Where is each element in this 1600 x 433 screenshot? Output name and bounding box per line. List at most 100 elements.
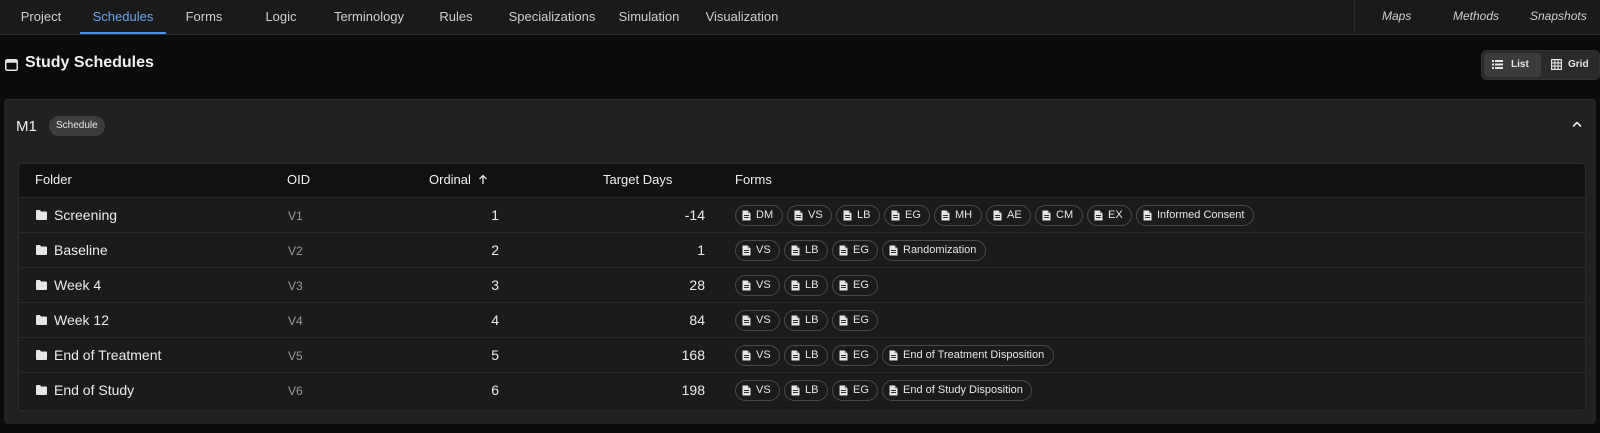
form-chip-label: Randomization: [903, 244, 977, 256]
grid-view-button[interactable]: Grid: [1543, 53, 1597, 77]
folder-oid: V2: [288, 244, 303, 258]
form-chip-label: LB: [805, 279, 819, 291]
tab-visualization[interactable]: Visualization: [700, 0, 784, 34]
tab-schedules[interactable]: Schedules: [80, 0, 166, 34]
tab-project[interactable]: Project: [8, 0, 74, 34]
form-chip[interactable]: EG: [884, 205, 930, 226]
folder-icon: [36, 245, 47, 255]
folder-name: Week 4: [54, 277, 102, 293]
folder-name: End of Treatment: [54, 347, 162, 363]
form-chip[interactable]: VS: [735, 310, 780, 331]
form-chip[interactable]: End of Study Disposition: [882, 380, 1032, 401]
form-chip[interactable]: End of Treatment Disposition: [882, 345, 1054, 366]
form-chip-label: VS: [756, 349, 771, 361]
table-row[interactable]: Screening V1 1 -14 DM VS LB EG MH AE CM EX Informed …: [19, 197, 1585, 232]
list-icon: [1492, 60, 1503, 69]
document-icon: [791, 385, 800, 396]
document-icon: [839, 280, 848, 291]
form-chip[interactable]: DM: [735, 205, 783, 226]
form-chip[interactable]: Informed Consent: [1136, 205, 1254, 226]
schedule-table: Folder OID Ordinal Target Days Forms Scr…: [18, 163, 1586, 411]
form-chip-label: DM: [756, 209, 774, 221]
list-view-button[interactable]: List: [1484, 53, 1541, 77]
tab-logic[interactable]: Logic: [253, 0, 309, 34]
document-icon: [791, 315, 800, 326]
table-row[interactable]: End of Study V6 6 198 VS LB EG End of Study Dis…: [19, 372, 1585, 407]
form-chip[interactable]: LB: [784, 345, 828, 366]
column-header-target-days[interactable]: Target Days: [603, 172, 672, 187]
document-icon: [839, 315, 848, 326]
column-header-ordinal-label: Ordinal: [429, 172, 471, 187]
form-chip[interactable]: EG: [832, 345, 878, 366]
form-chip-label: VS: [808, 209, 823, 221]
form-chip-label: AE: [1007, 209, 1022, 221]
table-row[interactable]: Baseline V2 2 1 VS LB EG Randomization: [19, 232, 1585, 267]
folder-target-days: 28: [689, 277, 705, 293]
chevron-up-icon[interactable]: [1568, 115, 1586, 133]
form-chip-label: EG: [853, 349, 869, 361]
tab-simulation[interactable]: Simulation: [613, 0, 685, 34]
form-chip[interactable]: LB: [784, 240, 828, 261]
schedule-name: M1: [16, 118, 37, 135]
table-row[interactable]: Week 4 V3 3 28 VS LB EG: [19, 267, 1585, 302]
form-chip[interactable]: LB: [784, 380, 828, 401]
column-header-ordinal[interactable]: Ordinal: [429, 172, 488, 187]
folder-ordinal: 3: [491, 277, 499, 293]
tab-snapshots[interactable]: Snapshots: [1530, 0, 1587, 34]
form-chip-label: LB: [805, 384, 819, 396]
tab-maps[interactable]: Maps: [1382, 0, 1411, 34]
form-chip-label: EX: [1108, 209, 1123, 221]
form-chip[interactable]: EG: [832, 275, 878, 296]
list-view-label: List: [1511, 59, 1529, 70]
form-chip[interactable]: LB: [836, 205, 880, 226]
form-chip[interactable]: CM: [1035, 205, 1083, 226]
document-icon: [742, 280, 751, 291]
form-chip[interactable]: MH: [934, 205, 982, 226]
form-chip[interactable]: EG: [832, 240, 878, 261]
column-header-oid[interactable]: OID: [287, 172, 310, 187]
tab-rules[interactable]: Rules: [431, 0, 481, 34]
form-chip[interactable]: EG: [832, 310, 878, 331]
document-icon: [794, 210, 803, 221]
folder-ordinal: 1: [491, 207, 499, 223]
form-chip[interactable]: AE: [986, 205, 1031, 226]
folder-target-days: 168: [681, 347, 705, 363]
tab-forms[interactable]: Forms: [176, 0, 232, 34]
form-chip-label: CM: [1056, 209, 1074, 221]
folder-oid: V1: [288, 209, 303, 223]
column-header-forms[interactable]: Forms: [735, 172, 772, 187]
form-chip[interactable]: VS: [787, 205, 832, 226]
form-chip[interactable]: EX: [1087, 205, 1132, 226]
form-chip[interactable]: Randomization: [882, 240, 986, 261]
folder-name: Baseline: [54, 242, 108, 258]
grid-icon: [1551, 59, 1562, 70]
folder-name: Screening: [54, 207, 118, 223]
form-chip-label: EG: [853, 279, 869, 291]
tab-specializations[interactable]: Specializations: [502, 0, 602, 34]
document-icon: [843, 210, 852, 221]
form-chip[interactable]: VS: [735, 275, 780, 296]
document-icon: [993, 210, 1002, 221]
form-chip[interactable]: LB: [784, 275, 828, 296]
document-icon: [941, 210, 950, 221]
folder-name: Week 12: [54, 312, 109, 328]
table-row[interactable]: Week 12 V4 4 84 VS LB EG: [19, 302, 1585, 337]
form-chip-label: EG: [853, 384, 869, 396]
form-chip-label: LB: [857, 209, 871, 221]
form-chip[interactable]: LB: [784, 310, 828, 331]
document-icon: [791, 350, 800, 361]
form-chip[interactable]: VS: [735, 345, 780, 366]
form-chip[interactable]: VS: [735, 380, 780, 401]
tab-methods[interactable]: Methods: [1453, 0, 1499, 34]
form-chip[interactable]: EG: [832, 380, 878, 401]
document-icon: [742, 350, 751, 361]
document-icon: [742, 245, 751, 256]
folder-icon: [36, 385, 47, 395]
folder-icon: [36, 210, 47, 220]
column-header-folder[interactable]: Folder: [35, 172, 72, 187]
form-chip[interactable]: VS: [735, 240, 780, 261]
document-icon: [889, 245, 898, 256]
folder-target-days: 1: [697, 242, 705, 258]
tab-terminology[interactable]: Terminology: [327, 0, 411, 34]
table-row[interactable]: End of Treatment V5 5 168 VS LB EG End of Treat…: [19, 337, 1585, 372]
